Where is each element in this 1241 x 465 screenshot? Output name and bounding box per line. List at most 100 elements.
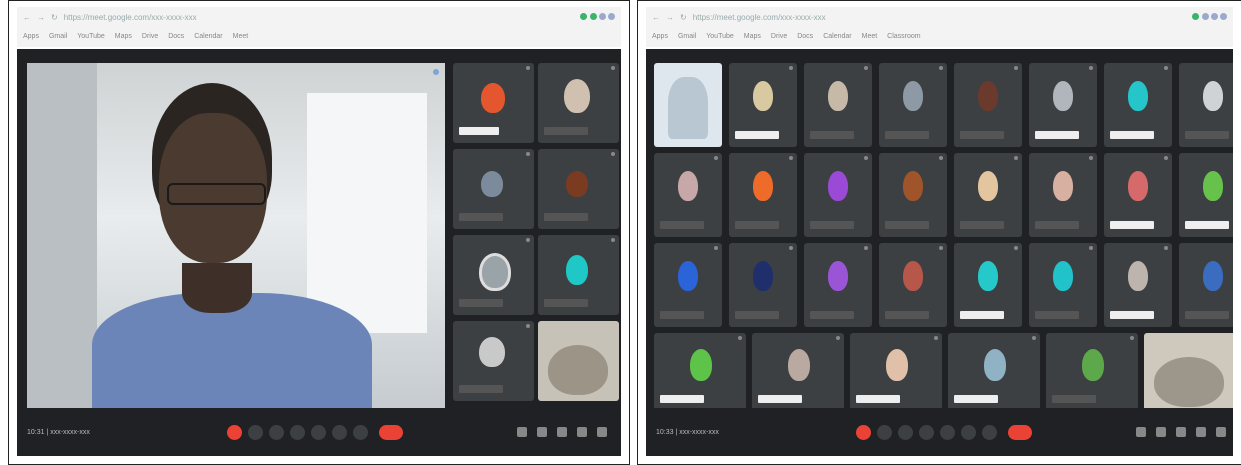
address-bar[interactable]: ← → ↻ https://meet.google.com/xxx-xxxx-x… <box>17 7 621 27</box>
bookmark-item[interactable]: Apps <box>652 33 668 40</box>
participant-tile[interactable] <box>1046 333 1138 411</box>
participant-tile[interactable] <box>879 63 947 147</box>
participant-tile[interactable] <box>654 153 722 237</box>
url-text[interactable]: https://meet.google.com/xxx-xxxx-xxx <box>693 13 826 22</box>
participant-tile[interactable] <box>954 153 1022 237</box>
participant-tile[interactable] <box>729 153 797 237</box>
tile-options-icon[interactable] <box>934 336 938 340</box>
tile-options-icon[interactable] <box>714 156 718 160</box>
participant-tile[interactable] <box>453 235 534 315</box>
tile-options-icon[interactable] <box>864 246 868 250</box>
bookmark-item[interactable]: Docs <box>168 33 184 40</box>
participant-tile[interactable] <box>879 153 947 237</box>
raise-hand-icon[interactable] <box>290 424 305 440</box>
tile-options-icon[interactable] <box>1089 66 1093 70</box>
participant-tile[interactable] <box>1029 153 1097 237</box>
bookmark-item[interactable]: Gmail <box>49 33 67 40</box>
participant-tile[interactable] <box>1104 243 1172 327</box>
participant-tile[interactable] <box>1179 243 1233 327</box>
tile-options-icon[interactable] <box>1089 246 1093 250</box>
bookmark-item[interactable]: Calendar <box>194 33 222 40</box>
bookmark-item[interactable]: Calendar <box>823 33 851 40</box>
info-icon[interactable] <box>1136 427 1146 437</box>
chat-icon[interactable] <box>557 427 567 437</box>
participant-tile[interactable] <box>729 243 797 327</box>
participant-tile[interactable] <box>453 63 534 143</box>
camera-icon[interactable] <box>248 424 263 440</box>
tile-options-icon[interactable] <box>1164 66 1168 70</box>
tile-options-icon[interactable] <box>1164 246 1168 250</box>
url-text[interactable]: https://meet.google.com/xxx-xxxx-xxx <box>64 13 197 22</box>
people-icon[interactable] <box>537 427 547 437</box>
participant-tile[interactable] <box>948 333 1040 411</box>
mic-off-icon[interactable] <box>227 424 242 440</box>
back-icon[interactable]: ← <box>652 13 660 22</box>
captions-icon[interactable] <box>269 424 284 440</box>
present-icon[interactable] <box>940 424 955 440</box>
pin-icon[interactable] <box>433 69 439 75</box>
reload-icon[interactable]: ↻ <box>51 13 58 22</box>
bookmark-item[interactable]: Maps <box>744 33 761 40</box>
chat-icon[interactable] <box>1176 427 1186 437</box>
reload-icon[interactable]: ↻ <box>680 13 687 22</box>
tile-options-icon[interactable] <box>789 246 793 250</box>
tile-options-icon[interactable] <box>1032 336 1036 340</box>
participant-tile[interactable] <box>1104 153 1172 237</box>
activities-icon[interactable] <box>1196 427 1206 437</box>
extension-icons[interactable] <box>580 12 615 22</box>
tile-options-icon[interactable] <box>939 156 943 160</box>
participant-tile[interactable] <box>1179 63 1233 147</box>
extension-icons[interactable] <box>1192 12 1227 22</box>
participant-tile[interactable] <box>1104 63 1172 147</box>
forward-icon[interactable]: → <box>37 13 45 22</box>
tile-options-icon[interactable] <box>738 336 742 340</box>
participant-tile[interactable] <box>654 333 746 411</box>
lock-icon[interactable] <box>1216 427 1226 437</box>
participant-tile[interactable] <box>453 149 534 229</box>
participant-tile[interactable] <box>1029 243 1097 327</box>
leave-call-button[interactable] <box>379 424 403 440</box>
people-icon[interactable] <box>1156 427 1166 437</box>
participant-tile[interactable] <box>954 63 1022 147</box>
tile-options-icon[interactable] <box>789 66 793 70</box>
bookmark-item[interactable]: YouTube <box>77 33 105 40</box>
participant-tile[interactable] <box>538 63 619 143</box>
participant-tile[interactable] <box>954 243 1022 327</box>
tile-options-icon[interactable] <box>939 246 943 250</box>
lock-icon[interactable] <box>597 427 607 437</box>
tile-options-icon[interactable] <box>939 66 943 70</box>
back-icon[interactable]: ← <box>23 13 31 22</box>
info-icon[interactable] <box>517 427 527 437</box>
main-video-tile[interactable] <box>27 63 445 409</box>
captions-icon[interactable] <box>898 424 913 440</box>
participant-tile[interactable] <box>1144 333 1233 411</box>
participant-tile[interactable] <box>538 149 619 229</box>
bookmark-item[interactable]: Meet <box>233 33 249 40</box>
bookmark-item[interactable]: Gmail <box>678 33 696 40</box>
tile-options-icon[interactable] <box>864 156 868 160</box>
camera-icon[interactable] <box>877 424 892 440</box>
bookmark-item[interactable]: Docs <box>797 33 813 40</box>
participant-tile[interactable] <box>879 243 947 327</box>
tile-options-icon[interactable] <box>1130 336 1134 340</box>
bookmark-item[interactable]: Drive <box>771 33 787 40</box>
participant-tile[interactable] <box>729 63 797 147</box>
more-options-icon[interactable] <box>332 424 347 440</box>
tile-options-icon[interactable] <box>789 156 793 160</box>
leave-call-button[interactable] <box>1008 424 1032 440</box>
participant-tile[interactable] <box>654 63 722 147</box>
participant-tile[interactable] <box>1179 153 1233 237</box>
tile-options-icon[interactable] <box>864 66 868 70</box>
participant-tile[interactable] <box>538 235 619 315</box>
tile-options-icon[interactable] <box>1089 156 1093 160</box>
bookmark-item[interactable]: Meet <box>862 33 878 40</box>
present-icon[interactable] <box>311 424 326 440</box>
participant-tile[interactable] <box>752 333 844 411</box>
more-options-icon[interactable] <box>961 424 976 440</box>
tile-options-icon[interactable] <box>1164 156 1168 160</box>
bookmark-item[interactable]: Apps <box>23 33 39 40</box>
bookmark-item[interactable]: Maps <box>115 33 132 40</box>
bookmark-item[interactable]: Classroom <box>887 33 920 40</box>
activities-icon[interactable] <box>577 427 587 437</box>
participant-tile[interactable] <box>538 321 619 401</box>
